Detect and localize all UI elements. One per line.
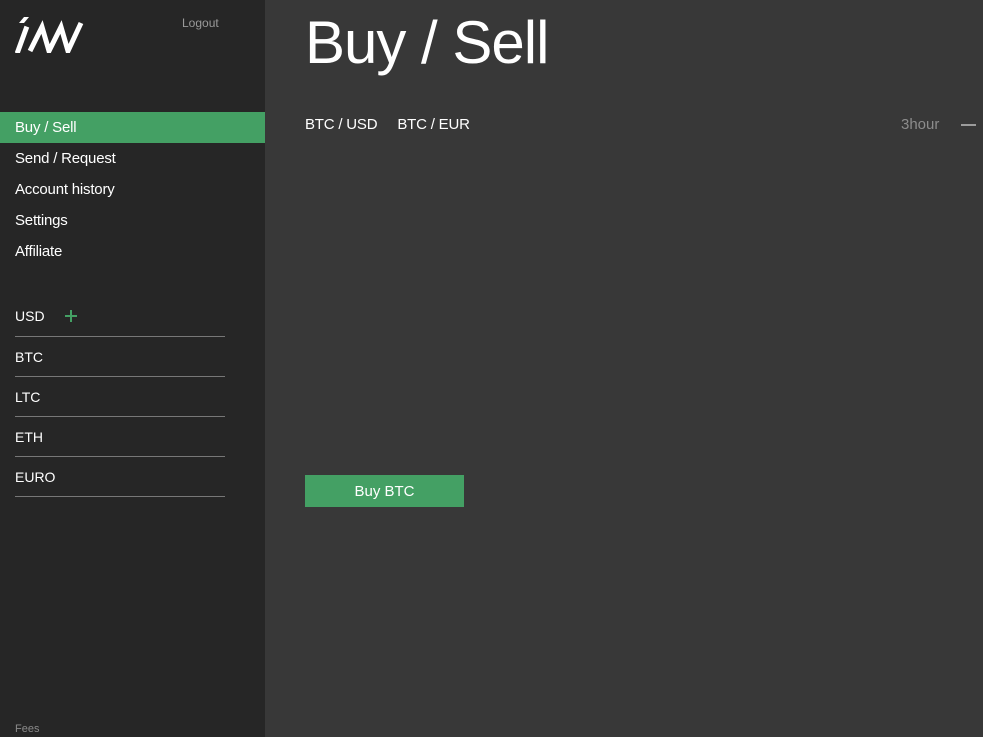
wallet-label: EURO [15, 468, 56, 485]
wallet-label: ETH [15, 428, 43, 445]
logout-link[interactable]: Logout [182, 16, 219, 30]
page-title: Buy / Sell [305, 9, 549, 76]
wallet-item-eth[interactable]: ETH [15, 417, 225, 457]
timeframe-separator: — [961, 116, 976, 133]
buy-btc-button[interactable]: Buy BTC [305, 475, 464, 507]
wallet-item-euro[interactable]: EURO [15, 457, 225, 497]
wallet-label: BTC [15, 348, 43, 365]
tab-btc-usd[interactable]: BTC / USD [305, 116, 378, 133]
sidebar-item-send-request[interactable]: Send / Request [0, 143, 265, 174]
wallet-item-btc[interactable]: BTC [15, 337, 225, 377]
timeframe-selector[interactable]: 3hour [901, 116, 939, 133]
sidebar-item-settings[interactable]: Settings [0, 205, 265, 236]
sidebar-item-buy-sell[interactable]: Buy / Sell [0, 112, 265, 143]
wallet-list: USD BTC LTC ETH EURO [15, 296, 225, 497]
sidebar-item-affiliate[interactable]: Affiliate [0, 236, 265, 267]
sidebar-item-account-history[interactable]: Account history [0, 174, 265, 205]
fees-link[interactable]: Fees [15, 723, 39, 735]
logo-icon[interactable] [15, 17, 85, 53]
pair-tabs: BTC / USD BTC / EUR [305, 116, 470, 133]
sidebar: Logout Buy / Sell Send / Request Account… [0, 0, 265, 737]
plus-icon[interactable] [64, 310, 77, 322]
wallet-item-ltc[interactable]: LTC [15, 377, 225, 417]
wallet-label: USD [15, 308, 45, 324]
app-window: Logout Buy / Sell Send / Request Account… [0, 0, 983, 737]
wallet-label: LTC [15, 388, 41, 405]
main-content: Buy / Sell BTC / USD BTC / EUR 3hour — B… [265, 0, 983, 737]
wallet-item-usd[interactable]: USD [15, 296, 225, 337]
tab-btc-eur[interactable]: BTC / EUR [397, 116, 470, 133]
sidebar-nav: Buy / Sell Send / Request Account histor… [0, 112, 265, 267]
